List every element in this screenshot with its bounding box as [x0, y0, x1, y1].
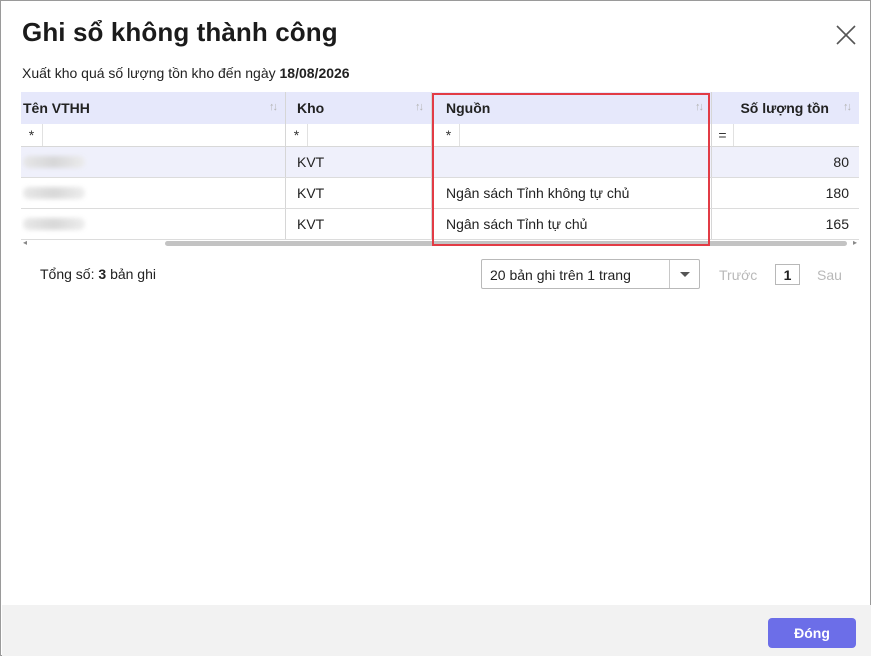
cell-so-luong: 165	[825, 216, 849, 232]
dialog-subtitle: Xuất kho quá số lượng tồn kho đến ngày 1…	[22, 65, 350, 81]
sort-icon[interactable]: ↑↓	[695, 101, 704, 113]
total-records: Tổng số: 3 bản ghi	[40, 266, 156, 282]
table-row[interactable]: KVT 80	[21, 147, 859, 178]
table-row[interactable]: KVT Ngân sách Tỉnh tự chủ 165	[21, 209, 859, 240]
column-header-label: Tên VTHH	[23, 100, 90, 116]
blurred-name	[23, 187, 85, 199]
error-grid: Tên VTHH ↑↓ Kho ↑↓ Nguồn ↑↓ Số lượng tồn…	[21, 92, 859, 247]
cell-nguon: Ngân sách Tỉnh không tự chủ	[432, 178, 712, 208]
filter-cell-so-luong[interactable]: =	[712, 124, 859, 146]
filter-operator[interactable]: *	[21, 124, 43, 146]
filter-operator[interactable]: *	[286, 124, 308, 146]
filter-cell-name[interactable]: *	[21, 124, 286, 146]
cell-nguon: Ngân sách Tỉnh tự chủ	[432, 209, 712, 239]
grid-header: Tên VTHH ↑↓ Kho ↑↓ Nguồn ↑↓ Số lượng tồn…	[21, 92, 859, 124]
cell-nguon	[432, 147, 712, 177]
cell-name	[21, 178, 286, 208]
cell-name	[21, 209, 286, 239]
column-header-label: Số lượng tồn	[740, 100, 829, 116]
current-page[interactable]: 1	[775, 264, 800, 285]
column-header-nguon[interactable]: Nguồn ↑↓	[432, 92, 712, 124]
blurred-name	[23, 218, 85, 230]
column-header-label: Nguồn	[446, 100, 491, 116]
filter-operator[interactable]: *	[438, 124, 460, 146]
close-button[interactable]: Đóng	[768, 618, 856, 648]
page-size-select[interactable]: 20 bản ghi trên 1 trang	[481, 259, 700, 289]
filter-operator[interactable]: =	[712, 124, 734, 146]
column-header-name[interactable]: Tên VTHH ↑↓	[21, 92, 286, 124]
total-suffix: bản ghi	[110, 266, 156, 282]
cell-name	[21, 147, 286, 177]
sort-icon[interactable]: ↑↓	[843, 101, 852, 113]
horizontal-scrollbar[interactable]: ◂ ▸	[21, 238, 859, 247]
prev-page-button[interactable]: Trước	[719, 267, 757, 283]
dialog-title: Ghi sổ không thành công	[22, 17, 338, 47]
column-header-kho[interactable]: Kho ↑↓	[286, 92, 432, 124]
total-prefix: Tổng số:	[40, 266, 95, 282]
cell-kho: KVT	[286, 209, 432, 239]
filter-row: * * * =	[21, 124, 859, 147]
total-count: 3	[98, 266, 107, 282]
subtitle-text: Xuất kho quá số lượng tồn kho đến ngày	[22, 65, 276, 81]
cell-so-luong: 180	[825, 185, 849, 201]
cell-kho: KVT	[286, 178, 432, 208]
filter-cell-nguon[interactable]: *	[432, 124, 712, 146]
column-header-label: Kho	[297, 100, 325, 116]
table-row[interactable]: KVT Ngân sách Tỉnh không tự chủ 180	[21, 178, 859, 209]
chevron-down-icon[interactable]	[669, 260, 699, 288]
page-size-value: 20 bản ghi trên 1 trang	[490, 267, 631, 283]
scroll-left-icon[interactable]: ◂	[23, 238, 27, 247]
close-icon[interactable]	[834, 23, 858, 47]
sort-icon[interactable]: ↑↓	[415, 101, 424, 113]
cell-kho: KVT	[286, 147, 432, 177]
column-header-so-luong[interactable]: Số lượng tồn ↑↓	[712, 92, 859, 124]
sort-icon[interactable]: ↑↓	[269, 101, 278, 113]
dialog-footer	[2, 605, 871, 656]
subtitle-date: 18/08/2026	[279, 65, 350, 81]
scroll-right-icon[interactable]: ▸	[853, 238, 857, 247]
blurred-name	[23, 156, 85, 168]
next-page-button[interactable]: Sau	[817, 267, 842, 283]
cell-so-luong: 80	[833, 154, 849, 170]
scrollbar-thumb[interactable]	[165, 241, 847, 246]
error-dialog: Ghi sổ không thành công Xuất kho quá số …	[0, 0, 871, 656]
filter-cell-kho[interactable]: *	[286, 124, 432, 146]
